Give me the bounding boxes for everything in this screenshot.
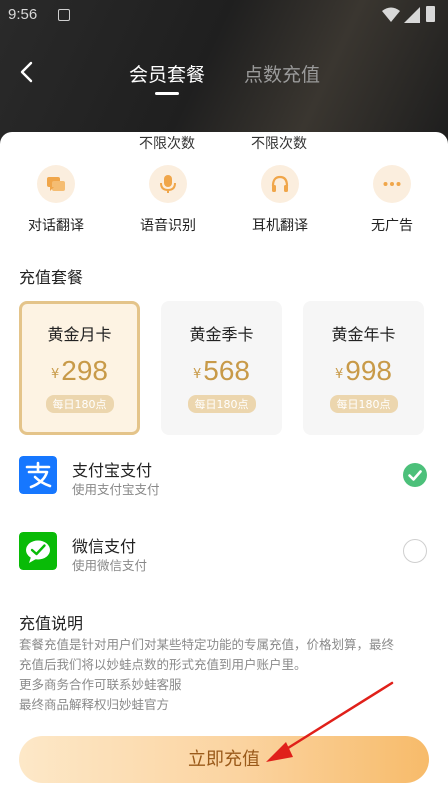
feature-note-voice: 不限次数 (139, 136, 195, 152)
wechat-icon (19, 532, 57, 570)
recharge-info-title: 充值说明 (19, 614, 84, 633)
plan-price: ¥568 (161, 355, 282, 387)
alipay-icon (19, 456, 57, 494)
headphones-icon (271, 175, 289, 192)
wifi-icon (382, 7, 400, 22)
currency-symbol: ¥ (335, 367, 344, 382)
feature-headphone-translate: 耳机翻译 (235, 165, 325, 235)
tab-membership[interactable]: 会员套餐 (129, 60, 205, 87)
signal-icon (404, 7, 420, 23)
recharge-info-line: 更多商务合作可联系妙蛙客服 (19, 677, 182, 692)
microphone-icon (160, 175, 176, 193)
status-time: 9:56 (8, 6, 38, 23)
recharge-info-line: 充值后我们将以妙蛙点数的形式充值到用户账户里。 (19, 657, 307, 672)
plan-name: 黄金年卡 (331, 325, 396, 344)
recharge-info-line: 最终商品解释权归妙蛙官方 (19, 697, 170, 712)
plan-badge: 每日180点 (187, 395, 256, 413)
payment-option-alipay[interactable]: 支付宝支付 使用支付宝支付 (0, 448, 448, 508)
radio-checked[interactable] (403, 463, 427, 487)
price-value: 568 (203, 355, 250, 386)
payment-subtitle: 使用支付宝支付 (72, 482, 160, 497)
battery-icon (426, 6, 435, 22)
currency-symbol: ¥ (193, 367, 202, 382)
plan-name: 黄金季卡 (189, 325, 254, 344)
check-icon (408, 470, 422, 481)
feature-label: 无广告 (371, 218, 413, 234)
feature-label: 语音识别 (140, 218, 196, 234)
radio-unchecked[interactable] (403, 539, 427, 563)
price-value: 998 (345, 355, 392, 386)
payment-option-wechat[interactable]: 微信支付 使用微信支付 (0, 524, 448, 584)
tab-points-recharge[interactable]: 点数充值 (244, 60, 320, 87)
payment-title: 微信支付 (72, 537, 137, 556)
plan-card-quarterly[interactable]: 黄金季卡 ¥568 每日180点 (161, 301, 282, 435)
status-bar: 9:56 (0, 0, 448, 30)
notification-icon (58, 9, 70, 21)
plan-badge: 每日180点 (45, 395, 114, 413)
recharge-now-button[interactable]: 立即充值 (19, 736, 429, 783)
plan-badge: 每日180点 (329, 395, 398, 413)
plan-card-yearly[interactable]: 黄金年卡 ¥998 每日180点 (303, 301, 424, 435)
header: 9:56 会员套餐 点数充值 (0, 0, 448, 150)
active-tab-indicator (155, 92, 179, 95)
plan-price: ¥298 (22, 355, 137, 387)
price-value: 298 (61, 355, 108, 386)
feature-voice-recognition: 语音识别 (123, 165, 213, 235)
feature-dialog-translate: 对话翻译 (11, 165, 101, 235)
payment-subtitle: 使用微信支付 (72, 558, 148, 573)
plan-card-monthly[interactable]: 黄金月卡 ¥298 每日180点 (19, 301, 140, 435)
plan-price: ¥998 (303, 355, 424, 387)
recharge-now-label: 立即充值 (188, 749, 260, 770)
plans-section-title: 充值套餐 (19, 268, 84, 287)
feature-no-ads: 无广告 (347, 165, 437, 235)
feature-label: 对话翻译 (28, 218, 84, 234)
back-icon[interactable] (16, 60, 38, 84)
recharge-info-line: 套餐充值是针对用户们对某些特定功能的专属充值，价格划算，最终 (19, 637, 395, 652)
currency-symbol: ¥ (51, 367, 60, 382)
feature-label: 耳机翻译 (252, 218, 308, 234)
feature-note-headphone: 不限次数 (251, 136, 307, 152)
more-dots-icon (383, 182, 401, 186)
plan-name: 黄金月卡 (47, 325, 112, 344)
payment-title: 支付宝支付 (72, 461, 153, 480)
chat-icon (47, 177, 65, 191)
